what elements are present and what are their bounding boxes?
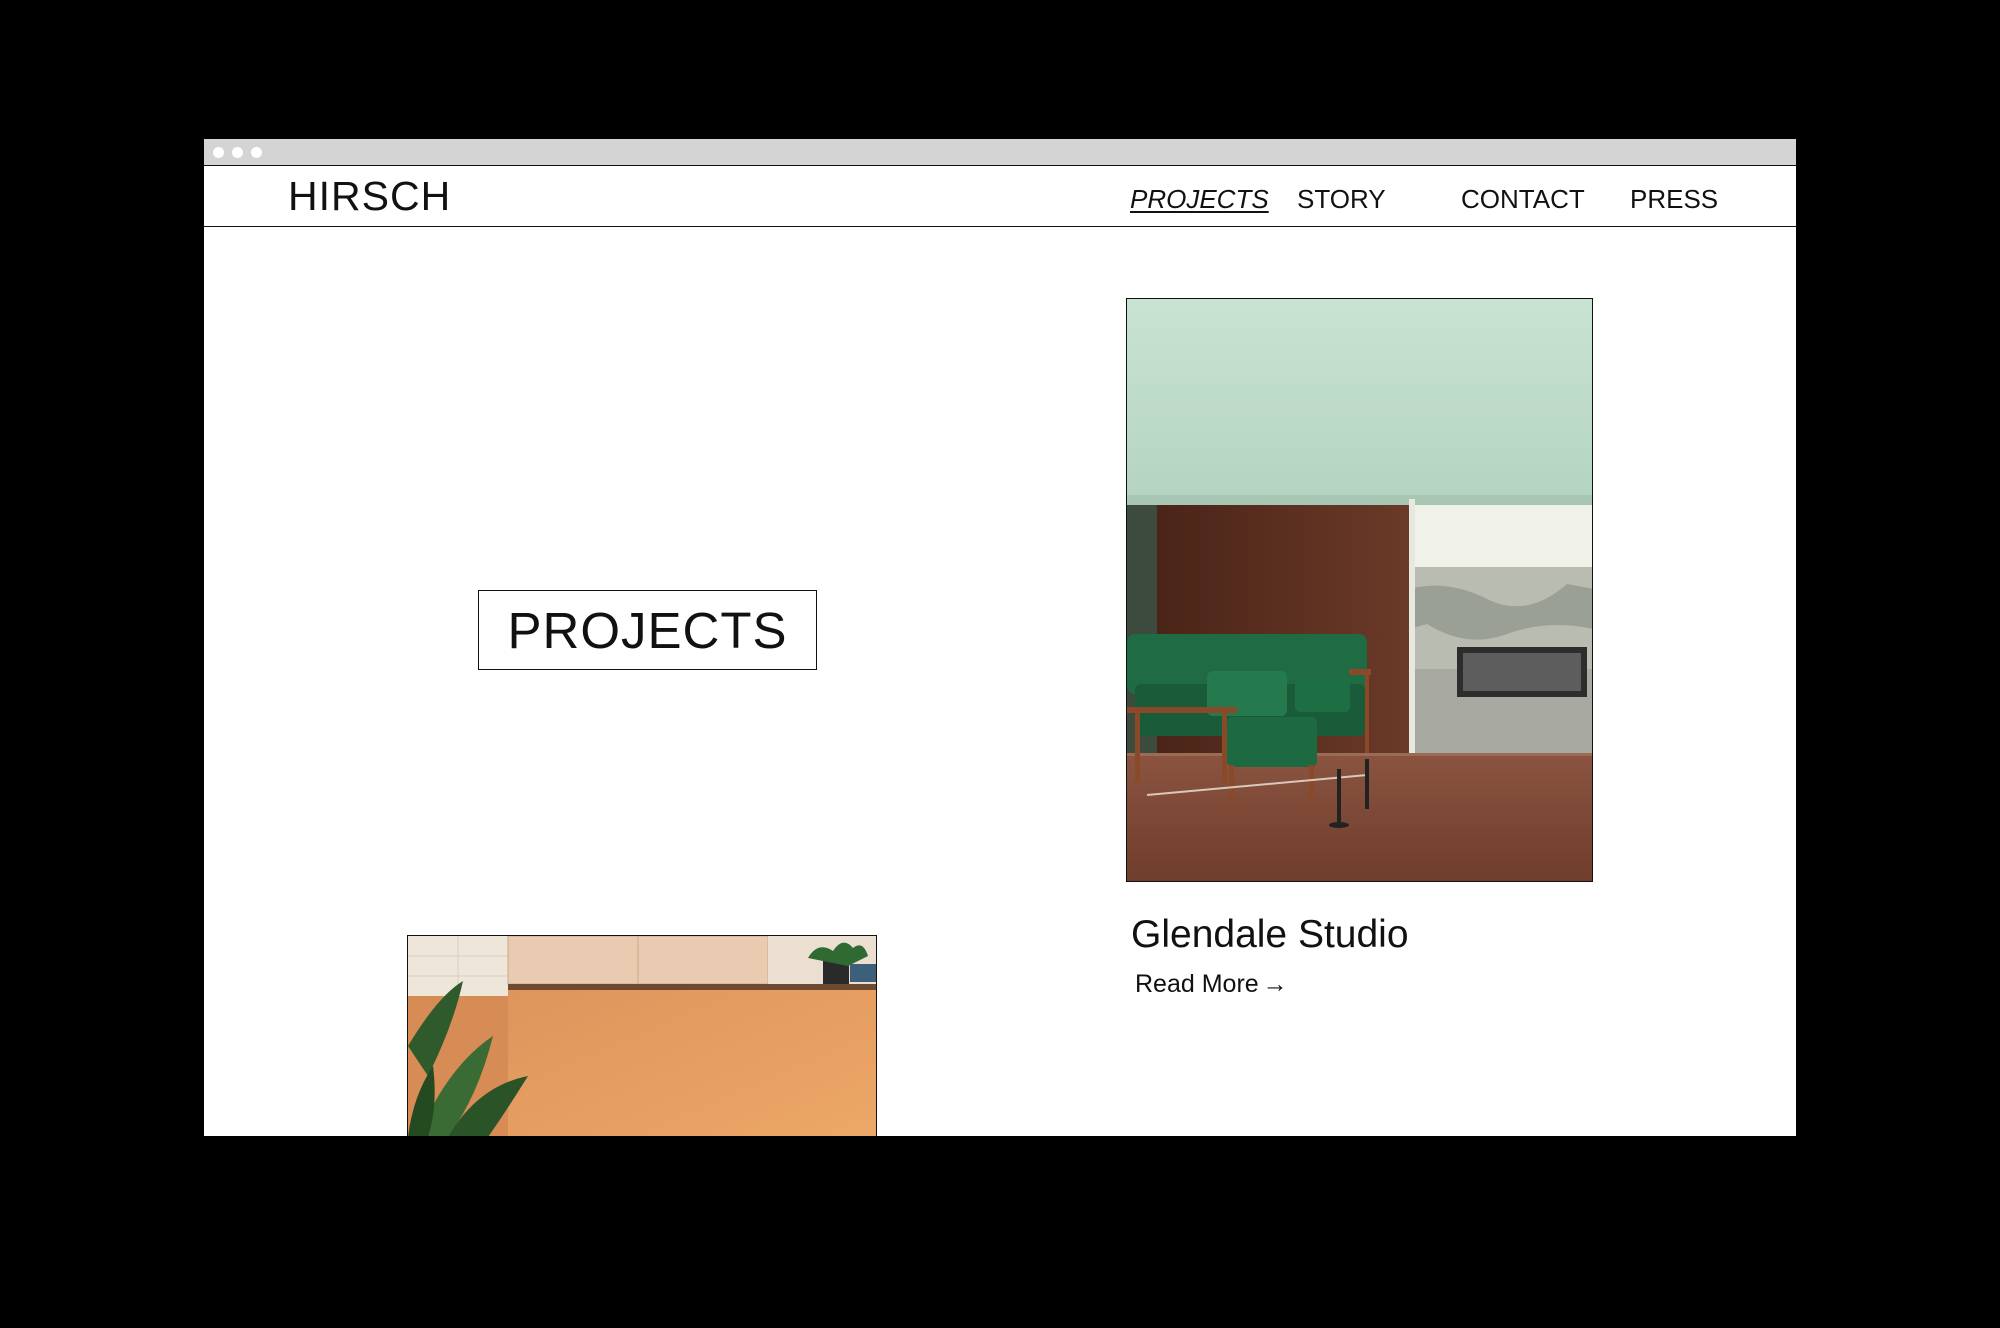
nav-item-press[interactable]: PRESS [1630, 185, 1718, 213]
nav-item-projects[interactable]: PROJECTS [1130, 185, 1269, 213]
window-dot-icon[interactable] [232, 147, 243, 158]
read-more-label: Read More [1135, 970, 1259, 998]
window-dot-icon[interactable] [213, 147, 224, 158]
nav-item-story[interactable]: STORY [1297, 185, 1386, 213]
browser-chrome-bar [204, 139, 1796, 165]
project-title[interactable]: Glendale Studio [1131, 913, 1409, 957]
window-dot-icon[interactable] [251, 147, 262, 158]
site-logo[interactable]: HIRSCH [288, 176, 451, 217]
project-image-glendale[interactable] [1126, 298, 1593, 882]
nav-item-contact[interactable]: CONTACT [1461, 185, 1585, 213]
site-header: HIRSCH PROJECTS STORY CONTACT PRESS [204, 165, 1796, 227]
browser-window: HIRSCH PROJECTS STORY CONTACT PRESS PROJ… [204, 139, 1796, 1136]
arrow-right-icon: → [1262, 970, 1288, 998]
read-more-link[interactable]: Read More → [1135, 970, 1288, 998]
project-image-second[interactable] [407, 935, 877, 1136]
section-title: PROJECTS [478, 590, 817, 670]
